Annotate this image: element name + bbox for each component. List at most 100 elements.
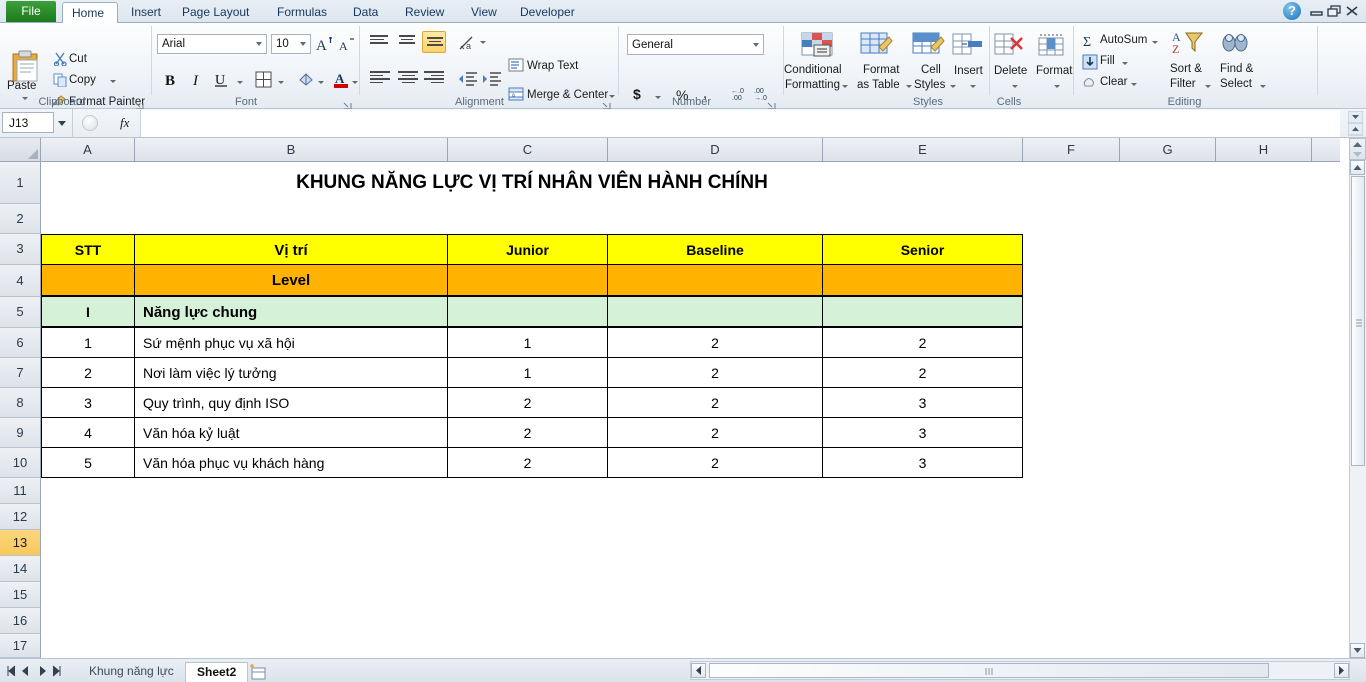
level-row-senior[interactable] (822, 264, 1023, 296)
col-header-e[interactable]: E (823, 138, 1023, 162)
fill-label[interactable]: Fill (1100, 55, 1115, 67)
paste-label[interactable]: Paste (7, 80, 36, 92)
horizontal-scroll-thumb[interactable] (709, 663, 1269, 678)
wrap-text-icon[interactable] (508, 58, 524, 77)
vertical-scroll-thumb[interactable] (1351, 176, 1365, 466)
row-header-16[interactable]: 16 (0, 608, 41, 634)
vertical-scrollbar[interactable] (1349, 160, 1366, 658)
copy-label[interactable]: Copy (69, 74, 96, 86)
cell-styles-icon[interactable] (911, 31, 945, 66)
tab-developer[interactable]: Developer (511, 2, 584, 23)
split-box-vertical[interactable] (1349, 138, 1366, 160)
name-box[interactable]: J13 (2, 112, 54, 133)
select-all-corner[interactable] (0, 138, 41, 162)
minimize-icon[interactable] (1308, 3, 1325, 19)
insert-label[interactable]: Insert (954, 65, 983, 77)
tab-formulas[interactable]: Formulas (268, 2, 336, 23)
insert-function-icon[interactable]: fx (120, 115, 129, 131)
table-row-4-name[interactable]: Văn hóa kỷ luật (134, 417, 448, 448)
tab-view[interactable]: View (462, 2, 506, 23)
row-header-12[interactable]: 12 (0, 504, 41, 530)
underline-icon[interactable]: U (212, 69, 230, 94)
sort-filter-label-2[interactable]: Filter (1170, 78, 1196, 90)
table-row-1-stt[interactable]: 1 (41, 327, 135, 358)
row-header-15[interactable]: 15 (0, 582, 41, 608)
scroll-right-button[interactable] (1334, 663, 1349, 678)
section-row-senior[interactable] (822, 296, 1023, 327)
restore-icon[interactable] (1326, 3, 1343, 19)
autosum-label[interactable]: AutoSum (1100, 34, 1147, 46)
table-row-5-junior[interactable]: 2 (447, 447, 608, 478)
number-format-combo[interactable]: General (627, 34, 764, 55)
row-header-7[interactable]: 7 (0, 358, 41, 388)
format-as-table-dropdown-arrow[interactable] (906, 85, 912, 88)
row-header-10[interactable]: 10 (0, 448, 41, 478)
table-row-2-stt[interactable]: 2 (41, 357, 135, 388)
table-header-baseline[interactable]: Baseline (607, 234, 823, 265)
find-select-label-1[interactable]: Find & (1220, 63, 1253, 75)
table-row-3-junior[interactable]: 2 (447, 387, 608, 418)
close-icon[interactable] (1344, 3, 1361, 19)
conditional-formatting-label-1[interactable]: Conditional (784, 64, 842, 76)
table-row-4-senior[interactable]: 3 (822, 417, 1023, 448)
col-header-a[interactable]: A (41, 138, 135, 162)
table-header-junior[interactable]: Junior (447, 234, 608, 265)
table-row-1-name[interactable]: Sứ mệnh phục vụ xã hội (134, 327, 448, 358)
scroll-left-button[interactable] (691, 663, 706, 678)
row-header-9[interactable]: 9 (0, 418, 41, 448)
find-select-dropdown-arrow[interactable] (1260, 85, 1266, 88)
wrap-text-label[interactable]: Wrap Text (527, 60, 578, 72)
fill-color-icon[interactable] (297, 71, 315, 94)
horizontal-scrollbar[interactable] (690, 661, 1350, 680)
cell-styles-label-1[interactable]: Cell (921, 64, 941, 76)
section-row-junior[interactable] (447, 296, 608, 327)
scroll-up-button[interactable] (1350, 160, 1365, 175)
cut-label[interactable]: Cut (69, 53, 87, 65)
font-color-dropdown-arrow[interactable] (352, 81, 358, 84)
copy-dropdown-arrow[interactable] (110, 80, 116, 83)
table-row-1-junior[interactable]: 1 (447, 327, 608, 358)
table-row-3-stt[interactable]: 3 (41, 387, 135, 418)
col-header-h[interactable]: H (1216, 138, 1312, 162)
sheet-nav-buttons[interactable] (4, 663, 70, 679)
align-top-icon[interactable] (370, 35, 390, 46)
name-box-dropdown-arrow[interactable] (58, 121, 66, 126)
row-header-3[interactable]: 3 (0, 234, 41, 265)
shrink-font-icon[interactable]: A (338, 34, 358, 59)
table-row-4-junior[interactable]: 2 (447, 417, 608, 448)
level-row-baseline[interactable] (607, 264, 823, 296)
table-row-3-name[interactable]: Quy trình, quy định ISO (134, 387, 448, 418)
delete-label[interactable]: Delete (994, 65, 1027, 77)
tab-data[interactable]: Data (344, 2, 387, 23)
row-header-5[interactable]: 5 (0, 297, 41, 328)
format-as-table-label-2[interactable]: as Table (857, 79, 900, 91)
fill-icon[interactable] (1082, 54, 1098, 75)
font-color-icon[interactable]: A (332, 69, 350, 94)
conditional-formatting-label-2[interactable]: Formatting (785, 79, 840, 91)
autosum-dropdown-arrow[interactable] (1152, 41, 1158, 44)
table-row-3-baseline[interactable]: 2 (607, 387, 823, 418)
row-header-17[interactable]: 17 (0, 634, 41, 658)
conditional-formatting-icon[interactable] (800, 31, 834, 66)
row-header-6[interactable]: 6 (0, 328, 41, 358)
format-cells-icon[interactable] (1036, 33, 1068, 64)
tab-insert[interactable]: Insert (122, 2, 170, 23)
table-header-stt[interactable]: STT (41, 234, 135, 265)
align-center-icon[interactable] (398, 71, 420, 85)
table-row-4-baseline[interactable]: 2 (607, 417, 823, 448)
section-row-stt[interactable]: I (41, 296, 135, 327)
cut-icon[interactable] (53, 52, 68, 71)
table-header-senior[interactable]: Senior (822, 234, 1023, 265)
table-row-3-senior[interactable]: 3 (822, 387, 1023, 418)
sort-filter-icon[interactable]: A Z (1172, 29, 1204, 64)
tab-file[interactable]: File (6, 1, 56, 22)
grow-font-icon[interactable]: A (315, 34, 335, 59)
table-header-vitri[interactable]: Vị trí (134, 234, 448, 265)
sheet-tab-khung-nang-luc[interactable]: Khung năng lực (78, 662, 185, 682)
level-row-stt[interactable] (41, 264, 135, 296)
table-row-4-stt[interactable]: 4 (41, 417, 135, 448)
row-header-4[interactable]: 4 (0, 265, 41, 297)
sort-filter-label-1[interactable]: Sort & (1170, 63, 1202, 75)
table-row-1-senior[interactable]: 2 (822, 327, 1023, 358)
font-name-combo[interactable]: Arial (157, 34, 267, 54)
